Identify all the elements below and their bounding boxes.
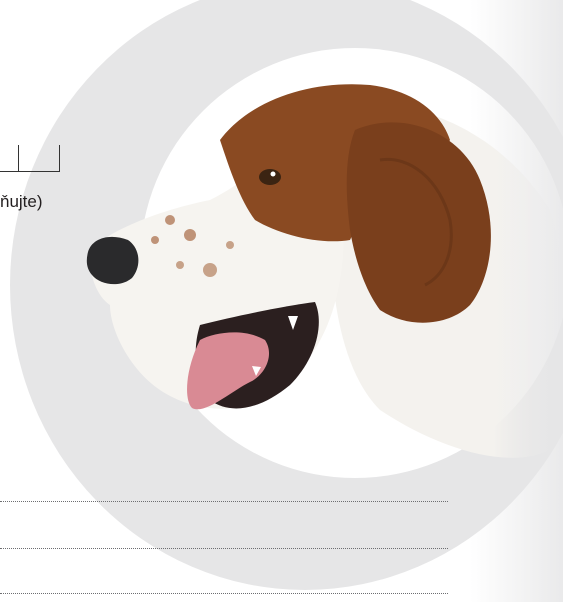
- code-box-divider: [59, 145, 60, 171]
- writing-line[interactable]: [0, 501, 448, 502]
- instruction-text: ňujte): [0, 192, 43, 211]
- code-box-divider: [18, 145, 19, 171]
- writing-line[interactable]: [0, 593, 448, 594]
- code-entry-boxes[interactable]: [0, 145, 60, 172]
- dog-eye: [259, 169, 281, 185]
- dog-nose: [86, 236, 139, 285]
- dog-illustration: [86, 84, 563, 458]
- writing-line[interactable]: [0, 548, 448, 549]
- form-page: ňujte): [0, 0, 563, 602]
